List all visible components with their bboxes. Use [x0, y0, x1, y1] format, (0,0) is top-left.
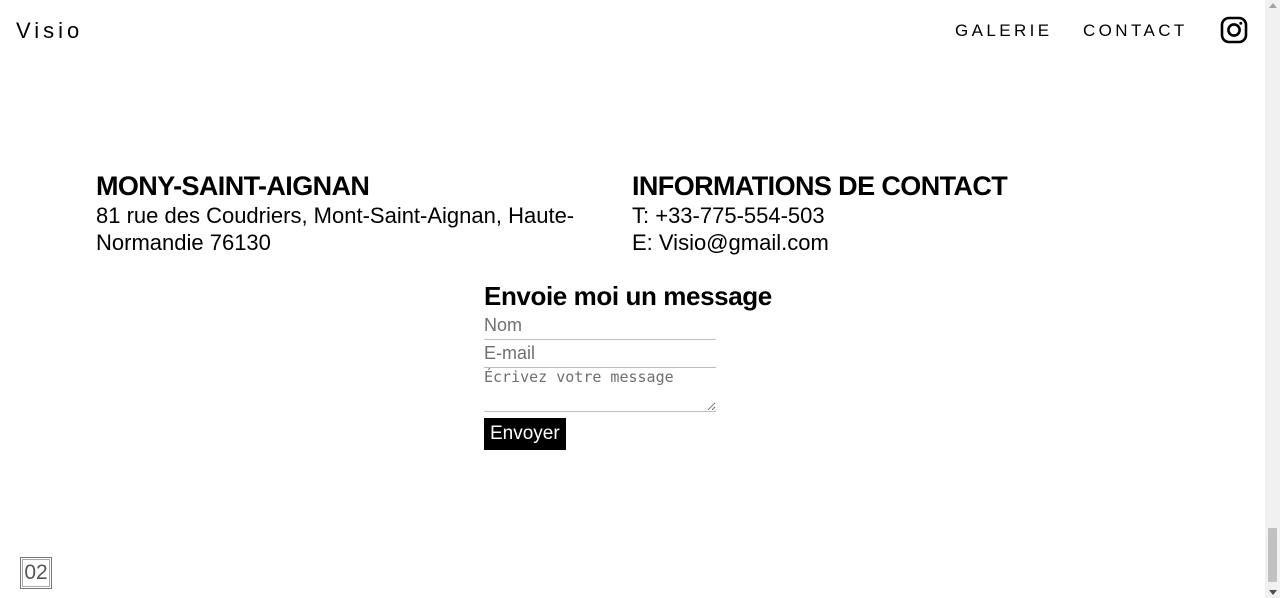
location-title: MONY-SAINT-AIGNAN	[96, 171, 370, 201]
message-field[interactable]	[484, 368, 716, 412]
nav-contact[interactable]: CONTACT	[1083, 21, 1188, 41]
page: Visio GALERIE CONTACT MONY-SAINT-AIGNAN …	[0, 0, 1265, 598]
scroll-down-arrow-icon[interactable]	[1269, 590, 1277, 595]
vertical-scrollbar[interactable]	[1265, 0, 1280, 598]
contact-email: E: Visio@gmail.com	[632, 230, 829, 255]
form-title: Envoie moi un message	[484, 281, 772, 311]
contact-form: Envoie moi un message Envoyer	[484, 280, 784, 450]
email-field[interactable]	[484, 340, 716, 368]
address-line-1: 81 rue des Coudriers, Mont-Saint-Aignan,…	[96, 203, 575, 228]
contact-info-block: INFORMATIONS DE CONTACT T: +33-775-554-5…	[632, 170, 1152, 256]
nav-galerie[interactable]: GALERIE	[955, 21, 1053, 41]
scrollbar-thumb[interactable]	[1268, 528, 1277, 582]
send-button[interactable]: Envoyer	[484, 418, 566, 450]
contact-info-title: INFORMATIONS DE CONTACT	[632, 171, 1008, 201]
name-field[interactable]	[484, 312, 716, 340]
site-logo[interactable]: Visio	[16, 18, 83, 44]
contact-phone: T: +33-775-554-503	[632, 203, 825, 228]
instagram-icon[interactable]	[1220, 16, 1248, 44]
page-counter: 02	[20, 557, 52, 589]
location-block: MONY-SAINT-AIGNAN 81 rue des Coudriers, …	[96, 170, 616, 256]
scroll-up-arrow-icon[interactable]	[1269, 3, 1277, 8]
address-line-2: Normandie 76130	[96, 230, 271, 255]
